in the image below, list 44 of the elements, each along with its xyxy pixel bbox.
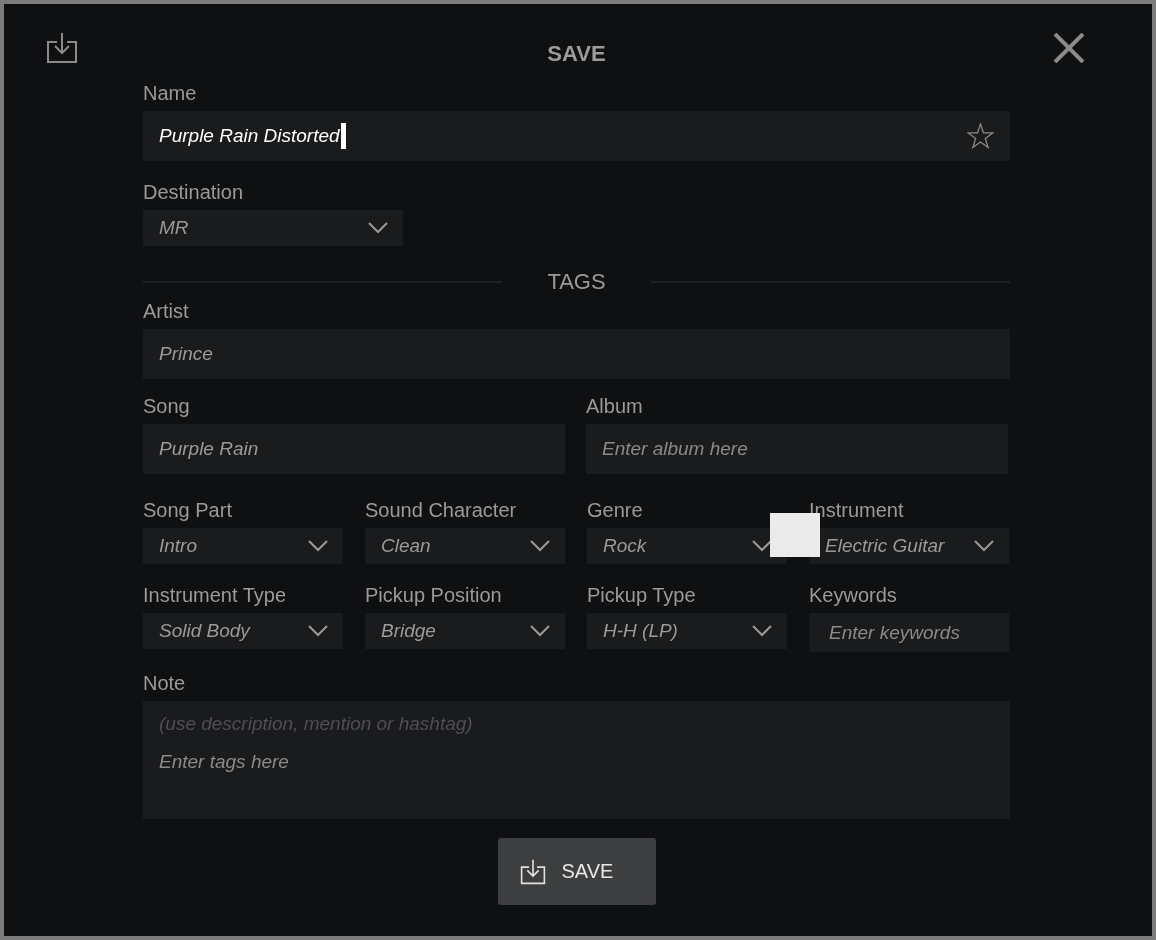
chevron-down-icon xyxy=(752,540,772,552)
artist-field[interactable]: Prince xyxy=(143,329,1010,379)
text-cursor-icon xyxy=(340,123,346,149)
chevron-down-icon xyxy=(530,540,550,552)
field-label: Sound Character xyxy=(365,499,518,521)
keywords-field[interactable]: Enter keywords xyxy=(809,613,1009,652)
field-label: Instrument xyxy=(809,499,905,521)
field-label: Destination xyxy=(143,181,245,203)
field-label: Album xyxy=(586,395,644,417)
section-heading: TAGS xyxy=(546,269,607,295)
tag-dropdown[interactable]: Rock xyxy=(587,528,787,564)
tag-dropdown[interactable]: Clean xyxy=(365,528,565,564)
chevron-down-icon xyxy=(530,625,550,637)
field-label: Instrument Type xyxy=(143,584,288,606)
field-label: Name xyxy=(143,82,198,104)
chevron-down-icon xyxy=(974,540,994,552)
chevron-down-icon xyxy=(308,625,328,637)
tags-input[interactable]: Enter tags here xyxy=(159,751,994,807)
close-icon[interactable] xyxy=(1053,33,1085,63)
tag-dropdown[interactable]: H-H (LP) xyxy=(587,613,787,649)
chevron-down-icon xyxy=(308,540,328,552)
tag-dropdown[interactable]: Electric Guitar xyxy=(809,528,1009,564)
field-label: Pickup Position xyxy=(365,584,503,606)
field-label: Pickup Type xyxy=(587,584,697,606)
save-button[interactable]: SAVE xyxy=(497,838,656,905)
star-icon[interactable] xyxy=(967,123,994,149)
field-label: Artist xyxy=(143,300,190,322)
name-field[interactable]: Purple Rain Distorted xyxy=(143,111,1010,161)
save-download-icon[interactable] xyxy=(46,32,78,64)
field-label: Note xyxy=(143,672,187,694)
save-download-icon xyxy=(519,858,546,885)
field-label: Song Part xyxy=(143,499,233,521)
tag-dropdown[interactable]: Solid Body xyxy=(143,613,343,649)
field-label: Keywords xyxy=(809,584,898,606)
dialog-title: SAVE xyxy=(546,41,606,67)
field-label: Genre xyxy=(587,499,644,521)
tag-dropdown[interactable]: Intro xyxy=(143,528,343,564)
chevron-down-icon xyxy=(752,625,772,637)
tag-dropdown[interactable]: Bridge xyxy=(365,613,565,649)
song-field[interactable]: Purple Rain xyxy=(143,424,565,474)
field-label: Song xyxy=(143,395,191,417)
album-field[interactable]: Enter album here xyxy=(586,424,1008,474)
chevron-down-icon xyxy=(368,222,388,234)
destination-dropdown[interactable]: MR xyxy=(143,210,403,246)
